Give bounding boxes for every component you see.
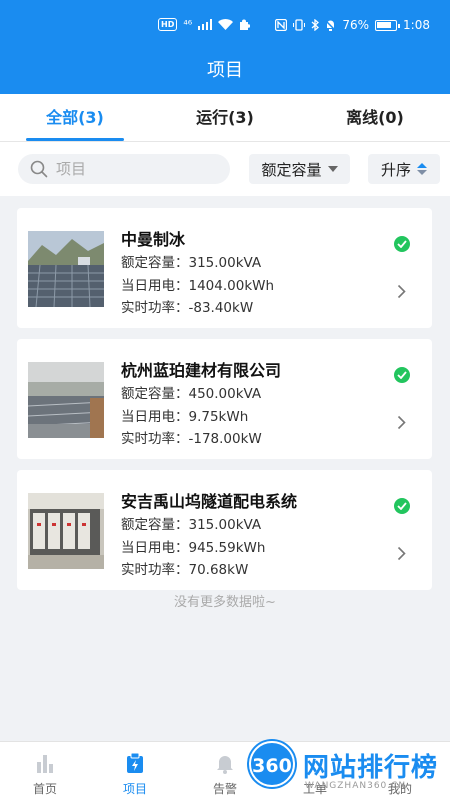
daily-energy: 当日用电：1404.00kWh bbox=[121, 278, 275, 294]
project-list: 中曼制冰 额定容量：315.00kVA 当日用电：1404.00kWh 实时功率… bbox=[17, 208, 432, 601]
chevron-right-icon bbox=[397, 546, 406, 561]
bar-chart-icon bbox=[37, 755, 53, 773]
signal-icon bbox=[198, 19, 213, 30]
project-name: 杭州蓝珀建材有限公司 bbox=[121, 361, 282, 380]
rated-capacity: 额定容量：450.00kVA bbox=[121, 386, 262, 402]
sort-arrows-icon bbox=[417, 163, 427, 175]
caret-down-icon bbox=[327, 166, 338, 172]
watermark-badge: 360 bbox=[249, 741, 295, 787]
project-card[interactable]: 安吉禹山坞隧道配电系统 额定容量：315.00kVA 当日用电：945.59kW… bbox=[17, 470, 432, 590]
search-input[interactable] bbox=[56, 160, 206, 178]
project-thumbnail bbox=[28, 493, 104, 569]
bell-muted-icon bbox=[325, 19, 337, 31]
realtime-power: 实时功率：70.68kW bbox=[121, 562, 249, 578]
daily-energy: 当日用电：945.59kWh bbox=[121, 540, 266, 556]
battery-percent: 76% bbox=[342, 18, 370, 32]
wifi-icon bbox=[218, 19, 234, 30]
page-title: 项目 bbox=[207, 60, 243, 81]
sort-field-label: 额定容量 bbox=[261, 160, 322, 179]
battery-icon bbox=[375, 19, 401, 31]
online-status-icon bbox=[394, 498, 410, 514]
realtime-power: 实时功率：-178.00kW bbox=[121, 431, 262, 447]
status-bar: HD ⁴⁶ 76% 1:08 bbox=[0, 0, 450, 48]
status-tabs: 全部(3) 运行(3) 离线(0) bbox=[0, 94, 450, 142]
status-right: 76% 1:08 bbox=[275, 18, 430, 32]
sort-order-toggle[interactable]: 升序 bbox=[368, 154, 440, 184]
filter-bar: 额定容量 升序 bbox=[0, 142, 450, 196]
puzzle-icon bbox=[240, 19, 251, 30]
sort-field-dropdown[interactable]: 额定容量 bbox=[249, 154, 350, 184]
vibrate-icon bbox=[293, 19, 306, 31]
network-type: ⁴⁶ bbox=[183, 18, 193, 31]
list-end-text: 没有更多数据啦~ bbox=[174, 595, 276, 610]
watermark-text: 网站排行榜 bbox=[303, 753, 439, 783]
chevron-right-icon bbox=[397, 415, 406, 430]
search-box[interactable] bbox=[18, 154, 230, 184]
search-icon bbox=[30, 160, 48, 178]
rated-capacity: 额定容量：315.00kVA bbox=[121, 255, 262, 271]
app-header: HD ⁴⁶ 76% 1:08 项目 bbox=[0, 0, 450, 94]
tab-running[interactable]: 运行(3) bbox=[150, 94, 300, 141]
project-card[interactable]: 杭州蓝珀建材有限公司 额定容量：450.00kVA 当日用电：9.75kWh 实… bbox=[17, 339, 432, 459]
watermark: 360 网站排行榜 WANGZHAN360.CN bbox=[243, 741, 450, 800]
project-thumbnail bbox=[28, 362, 104, 438]
status-left: HD ⁴⁶ bbox=[158, 18, 251, 31]
project-thumbnail bbox=[28, 231, 104, 307]
nav-home[interactable]: 首页 bbox=[5, 742, 85, 800]
project-name: 安吉禹山坞隧道配电系统 bbox=[121, 492, 298, 511]
project-name: 中曼制冰 bbox=[121, 230, 186, 249]
hd-badge: HD bbox=[158, 18, 178, 31]
online-status-icon bbox=[394, 367, 410, 383]
nav-projects[interactable]: 项目 bbox=[95, 742, 175, 800]
tab-all[interactable]: 全部(3) bbox=[0, 94, 150, 141]
online-status-icon bbox=[394, 236, 410, 252]
sort-order-label: 升序 bbox=[380, 160, 411, 179]
project-card[interactable]: 中曼制冰 额定容量：315.00kVA 当日用电：1404.00kWh 实时功率… bbox=[17, 208, 432, 328]
clock: 1:08 bbox=[403, 18, 430, 32]
bluetooth-icon bbox=[311, 19, 320, 31]
nav-home-label: 首页 bbox=[32, 782, 57, 796]
rated-capacity: 额定容量：315.00kVA bbox=[121, 517, 262, 533]
chevron-right-icon bbox=[397, 284, 406, 299]
nav-projects-label: 项目 bbox=[122, 782, 147, 796]
realtime-power: 实时功率：-83.40kW bbox=[121, 300, 254, 316]
daily-energy: 当日用电：9.75kWh bbox=[121, 409, 249, 425]
watermark-subtext: WANGZHAN360.CN bbox=[305, 781, 407, 791]
nfc-icon bbox=[275, 19, 288, 31]
project-icon bbox=[127, 752, 143, 773]
tab-offline[interactable]: 离线(0) bbox=[300, 94, 450, 141]
bell-icon bbox=[217, 756, 233, 774]
